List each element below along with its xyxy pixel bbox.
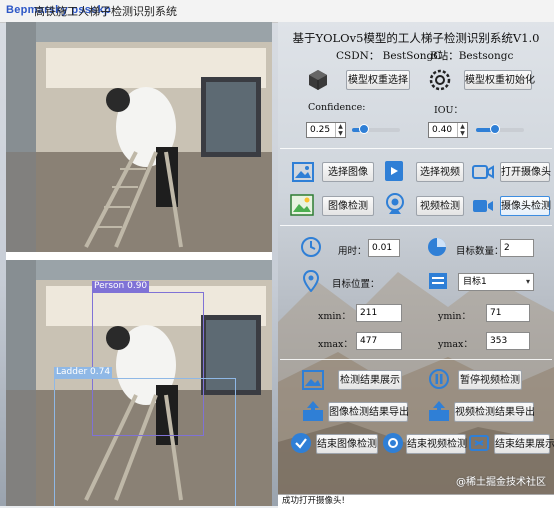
clock-icon — [301, 237, 321, 257]
export-video-icon — [429, 401, 449, 421]
model-weight-select-button[interactable]: 模型权重选择 — [346, 70, 410, 90]
xmin-label: xmin： — [318, 311, 352, 322]
spin-arrows-icon[interactable]: ▲ ▼ — [457, 123, 467, 137]
chevron-down-icon[interactable]: ▾ — [526, 274, 530, 290]
target-list-icon — [429, 273, 447, 289]
position-label: 目标位置： — [332, 279, 380, 290]
xmin-field: 211 — [356, 304, 402, 322]
iou-label: IOU： — [434, 105, 464, 116]
confidence-value: 0.25 — [310, 125, 331, 135]
app-window: Bepmarsky pssskp 高铁施工人梯子检测识别系统 Person 0.… — [0, 0, 554, 508]
time-value-field: 0.01 — [368, 239, 400, 257]
select-image-button[interactable]: 选择图像 — [322, 162, 374, 182]
show-results-button[interactable]: 检测结果展示 — [338, 370, 402, 390]
end-results-display-button[interactable]: 结束结果展示 — [494, 434, 554, 454]
video-panel: Person 0.90 Ladder 0.74 — [6, 22, 272, 506]
ymin-field: 71 — [486, 304, 530, 322]
detection-frame: Person 0.90 Ladder 0.74 — [6, 260, 272, 506]
end-display-icon — [469, 435, 489, 451]
confidence-label: Confidence: — [308, 102, 366, 113]
confidence-slider-handle[interactable] — [359, 124, 369, 134]
check-circle-icon — [291, 433, 311, 453]
count-label: 目标数量： — [456, 246, 504, 257]
camera-detect-button[interactable]: 摄像头检测 — [500, 196, 551, 216]
target-select-dropdown[interactable]: 目标1 ▾ — [458, 273, 534, 291]
image-icon — [292, 162, 314, 182]
count-value-field: 2 — [500, 239, 534, 257]
ymax-label: ymax： — [438, 339, 473, 350]
export-video-results-button[interactable]: 视频检测结果导出 — [454, 402, 535, 422]
xmax-label: xmax： — [318, 339, 353, 350]
window-title: 高铁施工人梯子检测识别系统 — [34, 6, 177, 18]
person-detection-label: Person 0.90 — [92, 281, 150, 292]
pie-chart-icon — [428, 238, 446, 256]
cube-icon — [309, 70, 327, 90]
camera-scene-raw — [6, 22, 272, 252]
ladder-detection-label: Ladder 0.74 — [54, 367, 113, 378]
site-watermark: @稀土掘金技术社区 — [456, 477, 546, 488]
section-divider — [280, 225, 552, 226]
gear-icon — [429, 69, 451, 91]
location-pin-icon — [302, 270, 320, 292]
xmax-field: 477 — [356, 332, 402, 350]
export-image-icon — [303, 401, 323, 421]
iou-slider[interactable] — [476, 124, 524, 134]
confidence-spinbox[interactable]: 0.25 ▲ ▼ — [306, 122, 346, 138]
bilibili-label: B站：Bestsongc — [430, 50, 514, 62]
model-weight-init-button[interactable]: 模型权重初始化 — [464, 70, 535, 90]
end-video-detect-button[interactable]: 结束视频检测 — [406, 434, 467, 454]
webcam-icon — [386, 193, 404, 214]
pause-video-button[interactable]: 暂停视频检测 — [458, 370, 522, 390]
target-select-value: 目标1 — [463, 277, 487, 287]
ladder-detection-box: Ladder 0.74 — [54, 367, 236, 506]
end-image-detect-button[interactable]: 结束图像检测 — [316, 434, 378, 454]
iou-value: 0.40 — [432, 125, 453, 135]
title-bar: Bepmarsky pssskp 高铁施工人梯子检测识别系统 — [0, 0, 554, 23]
confidence-slider[interactable] — [352, 124, 400, 134]
video-camera-icon — [472, 165, 494, 179]
open-camera-button[interactable]: 打开摄像头 — [500, 162, 551, 182]
video-file-icon — [385, 161, 403, 181]
export-image-results-button[interactable]: 图像检测结果导出 — [328, 402, 409, 422]
stop-circle-icon — [383, 433, 403, 453]
image-detect-button[interactable]: 图像检测 — [322, 196, 374, 216]
source-frame — [6, 22, 272, 252]
camera-record-icon — [473, 200, 493, 212]
picture-icon — [290, 194, 314, 216]
ymax-field: 353 — [486, 332, 530, 350]
section-divider — [280, 148, 552, 149]
pause-icon — [429, 369, 449, 389]
spin-arrows-icon[interactable]: ▲ ▼ — [335, 123, 345, 137]
video-detect-button[interactable]: 视频检测 — [416, 196, 464, 216]
csdn-label: CSDN： BestSongC — [336, 50, 442, 62]
app-title: 基于YOLOv5模型的工人梯子检测识别系统V1.0 — [292, 31, 540, 45]
time-label: 用时： — [338, 246, 367, 257]
select-video-button[interactable]: 选择视频 — [416, 162, 464, 182]
section-divider — [280, 359, 552, 360]
picture-frame-icon — [302, 370, 324, 390]
control-panel: 基于YOLOv5模型的工人梯子检测识别系统V1.0 CSDN： BestSong… — [278, 22, 554, 508]
iou-spinbox[interactable]: 0.40 ▲ ▼ — [428, 122, 468, 138]
ymin-label: ymin： — [438, 311, 472, 322]
